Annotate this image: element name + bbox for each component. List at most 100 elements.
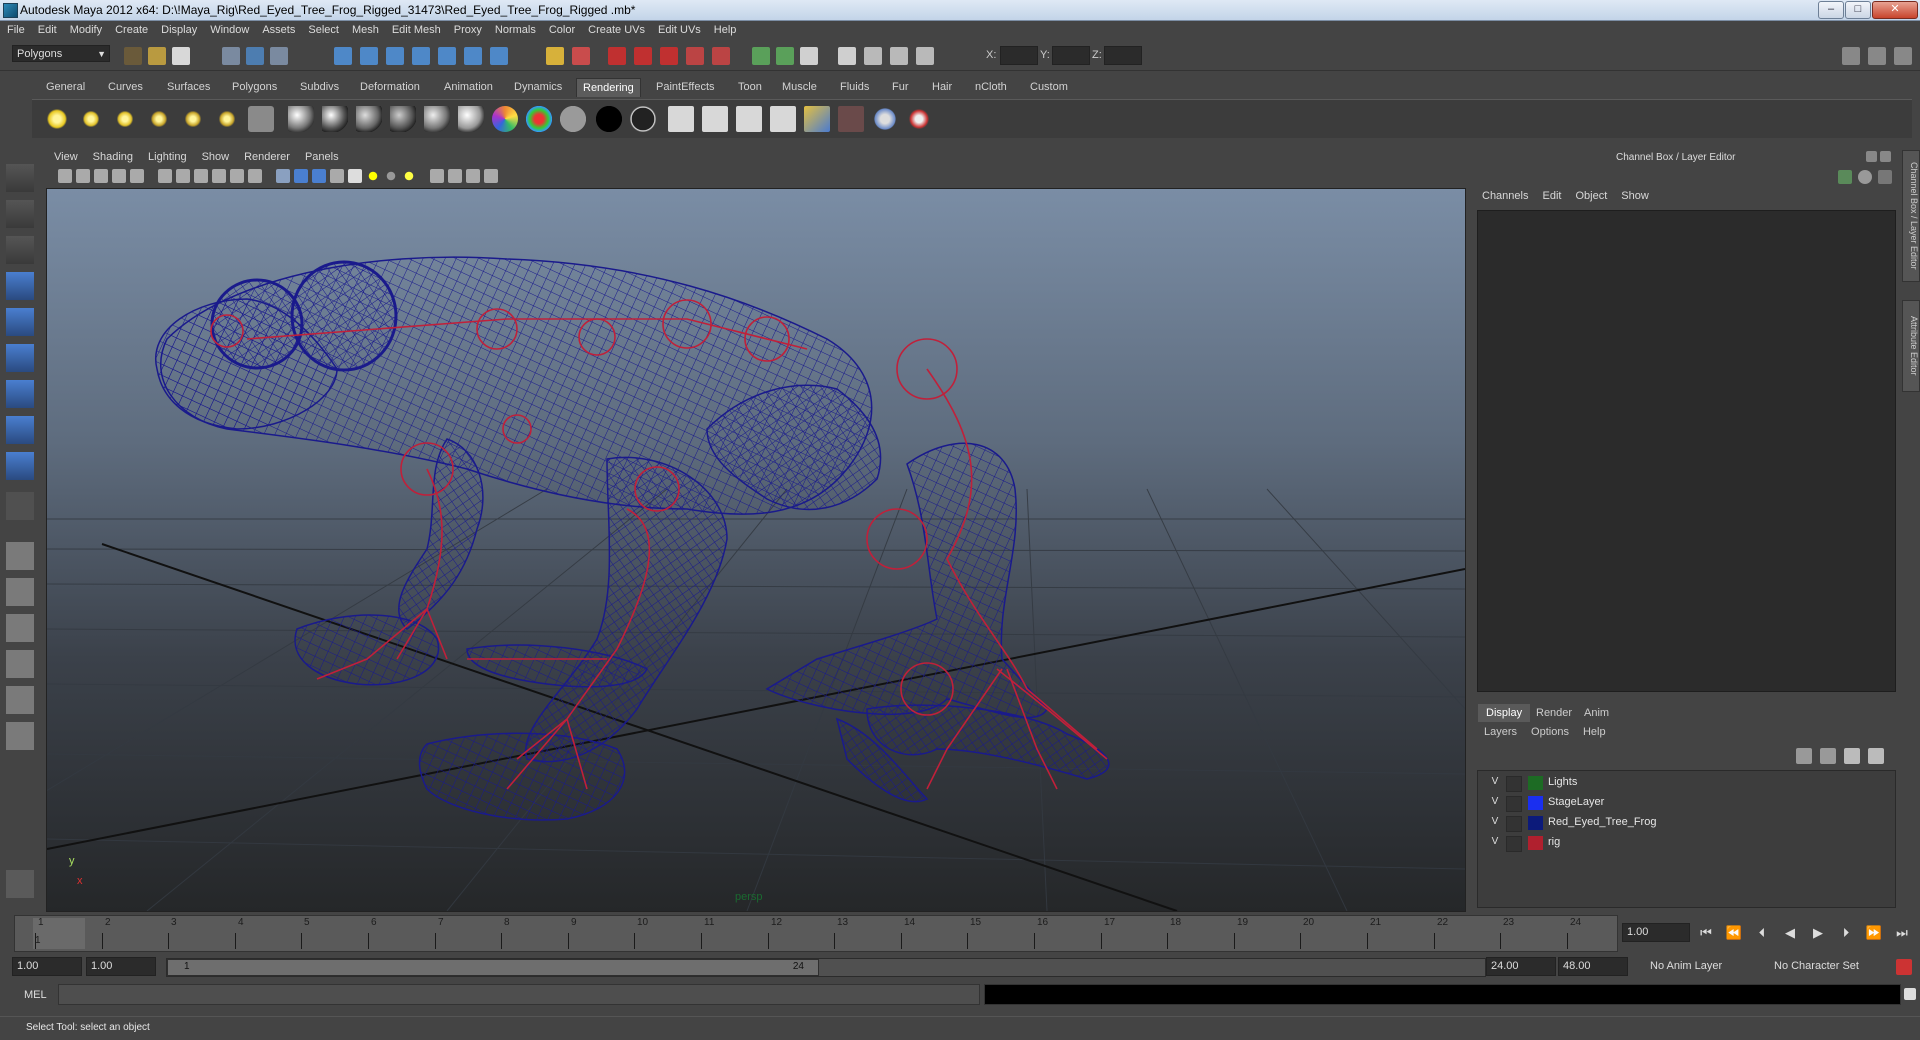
safe-action-icon[interactable] (248, 169, 262, 183)
menu-create[interactable]: Create (108, 21, 154, 36)
viewport-menu-renderer[interactable]: Renderer (236, 149, 297, 163)
new-layer-icon[interactable] (1844, 748, 1860, 764)
menu-color[interactable]: Color (542, 21, 581, 36)
layer-playback-toggle[interactable] (1506, 796, 1522, 812)
question-icon[interactable] (490, 47, 508, 65)
smooth-shade-icon[interactable] (294, 169, 308, 183)
xray-joints-icon[interactable] (466, 169, 480, 183)
viewport-menu-show[interactable]: Show (194, 149, 237, 163)
layer-color-swatch[interactable] (1528, 836, 1543, 850)
shelf-tab-toon[interactable]: Toon (732, 78, 768, 96)
start-time-input[interactable]: 1.00 (12, 957, 82, 976)
snap-point-icon[interactable] (386, 47, 404, 65)
wireframe-on-shaded-icon[interactable] (312, 169, 326, 183)
snap-grid-icon[interactable] (334, 47, 352, 65)
render-current-icon[interactable] (668, 106, 694, 132)
film-gate-icon[interactable] (176, 169, 190, 183)
channel-box-menu-show[interactable]: Show (1615, 190, 1657, 202)
move-layer-down-icon[interactable] (1820, 748, 1836, 764)
camera-attributes-icon[interactable] (76, 169, 90, 183)
grid-toggle-icon[interactable] (158, 169, 172, 183)
end-time-input[interactable]: 48.00 (1558, 957, 1628, 976)
four-view-layout-icon[interactable] (6, 578, 34, 606)
viewport-menu-panels[interactable]: Panels (297, 149, 346, 163)
render-globals-icon[interactable] (770, 106, 796, 132)
play-backwards-button[interactable]: ◀ (1780, 924, 1800, 942)
new-layer-from-selection-icon[interactable] (1868, 748, 1884, 764)
shelf-tab-dynamics[interactable]: Dynamics (508, 78, 568, 96)
select-component-icon[interactable] (270, 47, 288, 65)
character-set-dropdown[interactable]: No Character Set (1770, 958, 1888, 975)
script-editor-icon[interactable] (1904, 988, 1916, 1000)
empty-tool-slot[interactable] (6, 492, 34, 520)
layer-visibility-toggle[interactable]: V (1488, 796, 1502, 810)
layout-toggle-icon[interactable] (1842, 47, 1860, 65)
side-tab-channel-box[interactable]: Channel Box / Layer Editor (1902, 150, 1920, 282)
shadows-icon[interactable] (384, 169, 398, 183)
gray-shader-icon[interactable] (560, 106, 586, 132)
shader-ball-icon-4[interactable] (390, 106, 416, 132)
layer-menu-layers[interactable]: Layers (1476, 726, 1523, 738)
spot-light-icon[interactable] (146, 106, 172, 132)
shelf-tab-subdivs[interactable]: Subdivs (294, 78, 345, 96)
persp-outliner-layout-icon[interactable] (6, 614, 34, 642)
resolution-gate-icon[interactable] (194, 169, 208, 183)
ipr-icon[interactable] (702, 106, 728, 132)
black-shader-icon[interactable] (596, 106, 622, 132)
shelf-tab-rendering[interactable]: Rendering (576, 78, 641, 97)
render-frame-icon[interactable] (608, 47, 626, 65)
y-input[interactable] (1052, 46, 1090, 65)
close-panel-icon[interactable] (1880, 151, 1891, 162)
lasso-tool-icon[interactable] (6, 200, 34, 228)
volume-light-icon[interactable] (214, 106, 240, 132)
maximize-button[interactable]: □ (1845, 1, 1871, 19)
menu-window[interactable]: Window (203, 21, 255, 36)
shelf-tab-ncloth[interactable]: nCloth (969, 78, 1013, 96)
surface-shader-icon[interactable] (630, 106, 656, 132)
soft-mod-tool-icon[interactable] (6, 416, 34, 444)
viewport-menu-lighting[interactable]: Lighting (140, 149, 194, 163)
layer-tab-display[interactable]: Display (1478, 704, 1531, 722)
high-quality-icon[interactable] (402, 169, 416, 183)
camera-icon[interactable] (248, 106, 274, 132)
rotate-tool-icon[interactable] (6, 308, 34, 336)
backface-culling-icon[interactable] (484, 169, 498, 183)
menu-create-uvs[interactable]: Create UVs (581, 21, 651, 36)
use-all-lights-icon[interactable] (366, 169, 380, 183)
step-forward-key-button[interactable]: ⏩ (1864, 924, 1884, 942)
input-line-icon[interactable] (752, 47, 770, 65)
shelf-tab-general[interactable]: General (40, 78, 91, 96)
menu-normals[interactable]: Normals (488, 21, 542, 36)
speed-icon[interactable] (1858, 170, 1872, 184)
step-back-frame-button[interactable]: ⏴ (1752, 924, 1772, 942)
close-button[interactable]: ✕ (1872, 1, 1918, 19)
batch-render-icon[interactable] (736, 106, 762, 132)
outliner-icon[interactable] (800, 47, 818, 65)
hypershade-icon[interactable] (686, 47, 704, 65)
layer-menu-help[interactable]: Help (1575, 726, 1612, 738)
viewport-menu-shading[interactable]: Shading (85, 149, 140, 163)
step-forward-frame-button[interactable]: ⏵ (1836, 924, 1856, 942)
layer-visibility-toggle[interactable]: V (1488, 816, 1502, 830)
shelf-tab-fur[interactable]: Fur (886, 78, 915, 96)
layer-playback-toggle[interactable] (1506, 816, 1522, 832)
step-back-key-button[interactable]: ⏪ (1724, 924, 1744, 942)
shelf-tab-painteffects[interactable]: PaintEffects (650, 78, 721, 96)
snap-curve-icon[interactable] (360, 47, 378, 65)
snap-view-plane-icon[interactable] (412, 47, 430, 65)
hypershade-layout-icon[interactable] (6, 686, 34, 714)
channel-box-menu-object[interactable]: Object (1569, 190, 1615, 202)
save-scene-icon[interactable] (172, 47, 190, 65)
menu-mesh[interactable]: Mesh (345, 21, 385, 36)
tool-settings-icon[interactable] (864, 47, 882, 65)
shelf-tab-deformation[interactable]: Deformation (354, 78, 426, 96)
channel-box-icon[interactable] (916, 47, 934, 65)
layer-color-swatch[interactable] (1528, 816, 1543, 830)
attribute-editor-icon[interactable] (890, 47, 908, 65)
make-live-icon[interactable] (438, 47, 456, 65)
shader-ball-icon-2[interactable] (322, 106, 348, 132)
shelf-tab-curves[interactable]: Curves (102, 78, 149, 96)
shelf-tab-hair[interactable]: Hair (926, 78, 958, 96)
float-panel-icon[interactable] (1866, 151, 1877, 162)
layer-tab-anim[interactable]: Anim (1576, 704, 1617, 722)
